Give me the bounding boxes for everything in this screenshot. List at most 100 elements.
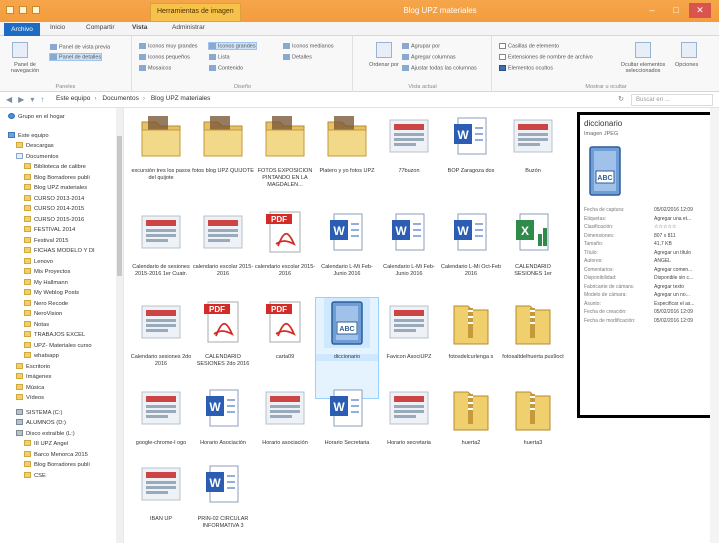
- nav-item[interactable]: Blog Borradores publi: [24, 173, 90, 182]
- file-item[interactable]: Buzón: [502, 112, 564, 212]
- options-icon[interactable]: [681, 42, 697, 58]
- quick-access-toolbar[interactable]: [6, 6, 40, 14]
- nav-item[interactable]: Este equipo: [8, 131, 49, 140]
- detail-property-value[interactable]: Agregar comen...: [654, 267, 692, 273]
- nav-item[interactable]: CSE: [24, 471, 46, 480]
- add-columns-button[interactable]: Agregar columnas: [402, 54, 456, 60]
- hide-selected-button[interactable]: Ocultar elementos seleccionados: [617, 62, 669, 74]
- nav-item[interactable]: CURSO 2013-2014: [24, 194, 84, 203]
- file-item[interactable]: W Calendario L-Mi Feb-Junio 2016: [378, 208, 440, 308]
- nav-item[interactable]: Documentos: [16, 152, 59, 161]
- nav-item[interactable]: FESTIVAL 2014: [24, 226, 75, 234]
- nav-item[interactable]: Vídeos: [16, 394, 44, 402]
- file-item[interactable]: FOTOS EXPOSICION PINTANDO EN LA MAGDALEN…: [254, 112, 316, 212]
- detail-property-value[interactable]: 05/02/2016 12:09: [654, 309, 693, 315]
- nav-item[interactable]: My Hallmann: [24, 278, 68, 287]
- detail-property-value[interactable]: ☆☆☆☆☆: [654, 224, 676, 230]
- nav-item[interactable]: CURSO 2015-2016: [24, 215, 84, 224]
- breadcrumb-this-pc[interactable]: Este equipo: [56, 95, 90, 102]
- nav-item[interactable]: Biblioteca de calibre: [24, 163, 86, 171]
- nav-item[interactable]: Escritorio: [16, 362, 50, 371]
- file-item[interactable]: W Calendario L-Mi Feb-Junio 2016: [316, 208, 378, 308]
- item-checkboxes-toggle[interactable]: Casillas de elemento: [499, 43, 559, 49]
- file-item[interactable]: excursión tres los pasos del quijote: [130, 112, 192, 212]
- options-button[interactable]: Opciones: [675, 62, 698, 68]
- detail-property-value[interactable]: Agregar texto: [654, 284, 684, 290]
- layout-extra-large-icons[interactable]: Iconos muy grandes: [139, 43, 198, 49]
- hide-selected-icon[interactable]: [635, 42, 651, 58]
- nav-item[interactable]: UPZ- Materiales curso: [24, 341, 92, 350]
- properties-icon[interactable]: [6, 6, 14, 14]
- file-item[interactable]: Calendario sesiones 2do 2016: [130, 298, 192, 398]
- up-arrow-icon[interactable]: ↑: [40, 95, 44, 104]
- nav-item[interactable]: Imágenes: [16, 373, 51, 381]
- group-by-button[interactable]: Agrupar por: [402, 43, 440, 49]
- nav-item[interactable]: Música: [16, 383, 44, 392]
- customize-icon[interactable]: [32, 6, 40, 14]
- search-input[interactable]: Buscar en ...: [631, 94, 713, 106]
- refresh-icon[interactable]: ↻: [618, 95, 624, 103]
- layout-large-icons[interactable]: Iconos grandes: [208, 41, 257, 51]
- nav-item[interactable]: Disco extraíble (L:): [16, 429, 75, 438]
- file-item[interactable]: PDF calendario escolar 2015-2016: [254, 208, 316, 308]
- nav-scrollbar[interactable]: [116, 108, 123, 543]
- file-item[interactable]: huerta3: [502, 384, 564, 484]
- hidden-items-toggle[interactable]: Elementos ocultos: [499, 65, 553, 71]
- nav-item[interactable]: Barco Menorca 2015: [24, 450, 88, 459]
- breadcrumb-documents[interactable]: Documentos: [102, 95, 139, 102]
- detail-property-value[interactable]: Agregar una et...: [654, 216, 691, 222]
- breadcrumb[interactable]: Este equipo › Documentos › Blog UPZ materi…: [56, 95, 569, 106]
- tab-vista[interactable]: Vista: [132, 24, 147, 35]
- file-item[interactable]: Horario asociación: [254, 384, 316, 484]
- nav-item[interactable]: Grupo en el hogar: [8, 113, 65, 121]
- nav-item[interactable]: Blog Borradores publi: [24, 461, 90, 469]
- maximize-button[interactable]: □: [665, 3, 687, 18]
- layout-details[interactable]: Detalles: [283, 54, 312, 60]
- nav-item[interactable]: NeroVision: [24, 310, 62, 318]
- file-item-selected[interactable]: ABC diccionario: [315, 297, 379, 399]
- detail-property-value[interactable]: ANGEL: [654, 258, 671, 264]
- navigation-pane-icon[interactable]: [12, 42, 28, 58]
- right-scrollbar[interactable]: [710, 108, 719, 543]
- preview-pane-button[interactable]: Panel de vista previa: [50, 44, 110, 50]
- nav-item[interactable]: Blog UPZ materiales: [24, 184, 87, 192]
- file-item[interactable]: fotosdelcurlenga s: [440, 298, 502, 398]
- file-item[interactable]: Calendario de sesiones 2015-2016 1er Cua…: [130, 208, 192, 308]
- file-item[interactable]: IBAN UP: [130, 460, 192, 543]
- nav-item[interactable]: III UPZ Angel: [24, 440, 68, 448]
- file-item[interactable]: 77buzon: [378, 112, 440, 212]
- detail-property-value[interactable]: 05/02/2016 12:09: [654, 318, 693, 324]
- file-item[interactable]: W Horario Secretaria: [316, 384, 378, 484]
- file-item[interactable]: W PRIN-02 CIRCULAR INFORMATIVA 3: [192, 460, 254, 543]
- tab-compartir[interactable]: Compartir: [86, 24, 115, 35]
- layout-content[interactable]: Contenido: [209, 65, 243, 71]
- detail-property-value[interactable]: Disponible sin c...: [654, 275, 693, 281]
- navigation-pane-button[interactable]: Panel de navegación: [4, 62, 46, 74]
- nav-item[interactable]: TRABAJOS EXCEL: [24, 331, 85, 339]
- detail-property-value[interactable]: 41,7 KB: [654, 241, 672, 247]
- detail-property-value[interactable]: 05/02/2016 12:09: [654, 207, 693, 213]
- file-item[interactable]: fotos blog UPZ QUIJOTE: [192, 112, 254, 212]
- layout-list[interactable]: Lista: [209, 54, 230, 60]
- minimize-button[interactable]: –: [641, 3, 663, 18]
- nav-item[interactable]: CURSO 2014-2015: [24, 205, 84, 213]
- layout-small-icons[interactable]: Iconos pequeños: [139, 54, 190, 60]
- sort-by-button[interactable]: Ordenar por: [368, 62, 400, 68]
- file-item[interactable]: PDF carta09: [254, 298, 316, 398]
- file-item[interactable]: PDF CALENDARIO SESIONES 2do 2016: [192, 298, 254, 398]
- file-item[interactable]: calendario escolar 2015-2016: [192, 208, 254, 308]
- breadcrumb-current[interactable]: Blog UPZ materiales: [151, 95, 211, 102]
- nav-item[interactable]: Festival 2015: [24, 236, 68, 245]
- extensions-toggle[interactable]: Extensiones de nombre de archivo: [499, 54, 593, 60]
- nav-item[interactable]: Notas: [24, 320, 49, 329]
- nav-item[interactable]: Descargas: [16, 142, 54, 150]
- detail-property-value[interactable]: Especificar el as...: [654, 301, 695, 307]
- nav-scrollbar-thumb[interactable]: [117, 136, 122, 276]
- new-folder-icon[interactable]: [19, 6, 27, 14]
- sort-icon[interactable]: [376, 42, 392, 58]
- details-pane-button[interactable]: Panel de detalles: [48, 52, 103, 62]
- nav-item[interactable]: Nero Recode: [24, 299, 68, 308]
- nav-item[interactable]: My Weblog Posts: [24, 289, 79, 297]
- detail-property-value[interactable]: Agregar un título: [654, 250, 691, 256]
- detail-property-value[interactable]: 807 x 811: [654, 233, 676, 239]
